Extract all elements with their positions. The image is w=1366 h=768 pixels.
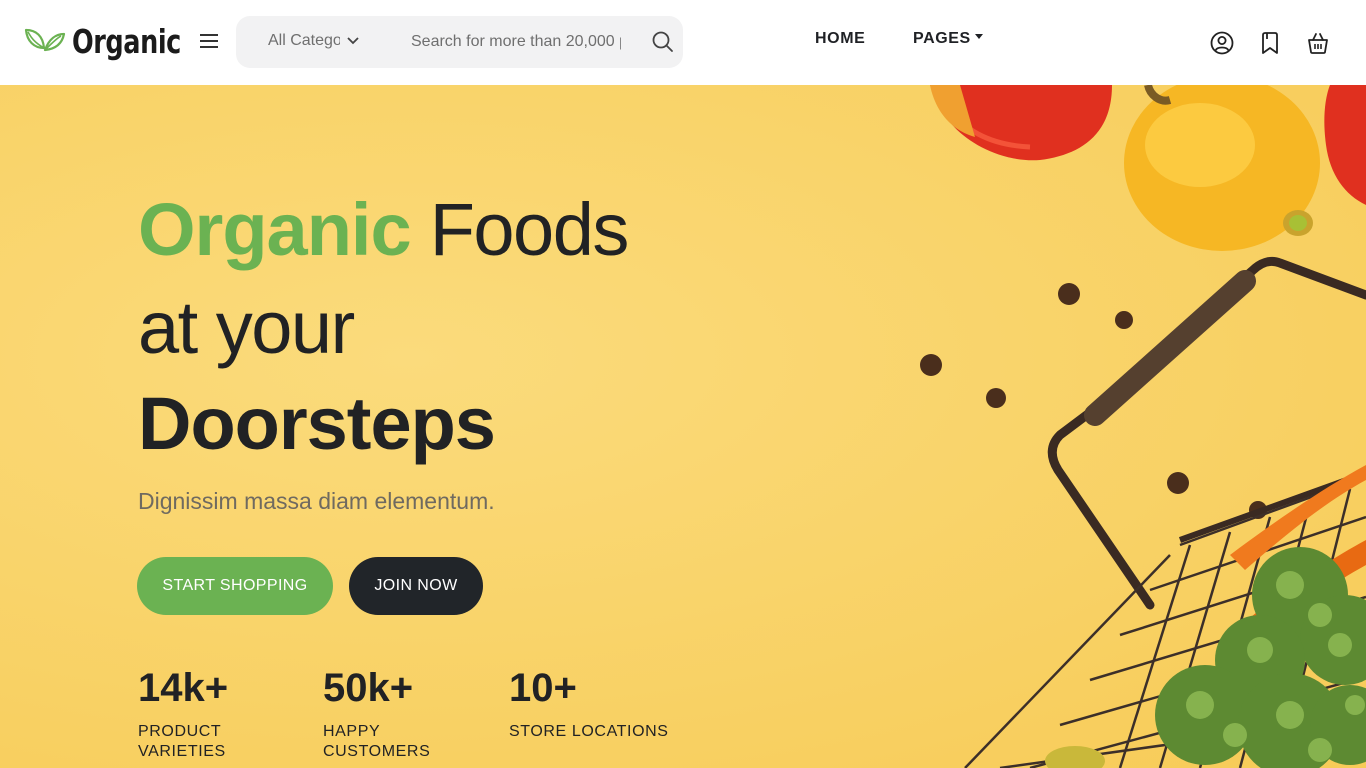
hero-title-highlight: Organic — [138, 188, 412, 271]
hero-title-line2: at your — [138, 286, 355, 369]
stat-label: HAPPY CUSTOMERS — [323, 722, 430, 762]
search-input[interactable] — [411, 30, 621, 54]
nav-pages-label: PAGES — [913, 30, 971, 47]
stat-label-line1: STORE LOCATIONS — [509, 723, 669, 740]
category-select[interactable]: All Categories — [268, 32, 340, 50]
start-shopping-button[interactable]: START SHOPPING — [137, 557, 333, 615]
stat-label: PRODUCT VARIETIES — [138, 722, 228, 762]
stat-value: 50k+ — [323, 666, 414, 710]
stat-value: 14k+ — [138, 666, 229, 710]
stat-label-line2: CUSTOMERS — [323, 743, 431, 760]
join-now-button[interactable]: JOIN NOW — [349, 557, 483, 615]
stat-label-line1: PRODUCT — [138, 723, 222, 740]
stat-label-line2: VARIETIES — [138, 743, 226, 760]
stat-product-varieties: 14k+ PRODUCT VARIETIES — [138, 668, 228, 762]
search-bar: All Categories — [236, 16, 683, 68]
stat-value: 10+ — [509, 666, 577, 710]
stat-label-line1: HAPPY — [323, 723, 381, 740]
site-logo[interactable]: Organic — [24, 22, 199, 61]
hero-subtitle: Dignissim massa diam elementum. — [138, 488, 495, 514]
stat-label: STORE LOCATIONS — [509, 722, 669, 742]
stat-happy-customers: 50k+ HAPPY CUSTOMERS — [323, 668, 430, 762]
basket-icon[interactable] — [1305, 30, 1331, 56]
hero-banner: Organic Foods at your Doorsteps Dignissi… — [0, 85, 1366, 768]
stat-store-locations: 10+ STORE LOCATIONS — [509, 668, 669, 742]
leaf-icon — [24, 24, 66, 59]
search-icon[interactable] — [651, 30, 675, 59]
user-icon[interactable] — [1209, 30, 1235, 56]
hero-title-line3: Doorsteps — [138, 382, 496, 465]
caret-down-icon — [974, 34, 983, 40]
logo-text: Organic — [72, 22, 181, 61]
nav-home-label: HOME — [815, 30, 866, 47]
nav-pages[interactable]: PAGES — [913, 30, 983, 48]
hero-title-rest: Foods — [410, 188, 630, 271]
nav-home[interactable]: HOME — [815, 30, 865, 48]
hamburger-icon[interactable] — [196, 30, 222, 52]
site-header: Organic All Categories HOME PAGES — [0, 0, 1366, 85]
chevron-down-icon[interactable] — [346, 33, 360, 52]
hero-title-line1: Organic Foods — [138, 193, 629, 267]
bookmark-icon[interactable] — [1257, 30, 1283, 56]
